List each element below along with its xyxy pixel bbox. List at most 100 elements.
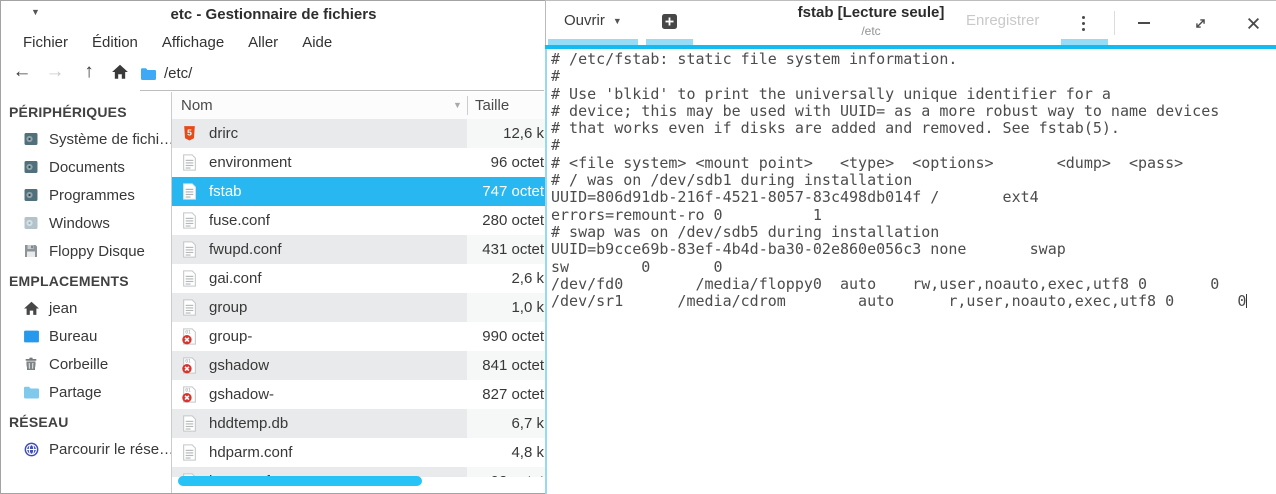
file-row-gshadow[interactable]: 01 gshadow 841 octet (172, 351, 546, 380)
minimize-button[interactable] (1134, 13, 1154, 33)
column-header-taille[interactable]: Taille (475, 97, 509, 114)
column-header-nom[interactable]: Nom (181, 97, 213, 114)
text-line: # (551, 68, 1276, 85)
file-rows: 5 drirc 12,6 k environment 96 octet fsta… (172, 119, 546, 477)
new-document-button[interactable] (661, 13, 678, 30)
text-file-icon (182, 183, 199, 200)
sidebar-item-label: Corbeille (49, 356, 108, 373)
shared-folder-icon (22, 383, 40, 401)
sidebar-item-corbeille[interactable]: Corbeille (1, 350, 171, 378)
menu-affichage[interactable]: Affichage (150, 30, 236, 55)
file-row-hddtemp-db[interactable]: hddtemp.db 6,7 k (172, 409, 546, 438)
kebab-menu-icon[interactable] (1077, 11, 1089, 35)
sidebar-item-documents[interactable]: Documents (1, 153, 171, 181)
home-icon[interactable] (107, 59, 133, 85)
back-icon[interactable]: ← (9, 59, 35, 85)
document-title: fstab [Lecture seule] (771, 4, 971, 21)
text-file-icon (182, 212, 199, 229)
menu-fichier[interactable]: Fichier (11, 30, 80, 55)
home-icon (22, 299, 40, 317)
drive-icon (22, 130, 40, 148)
menu-aller[interactable]: Aller (236, 30, 290, 55)
column-divider[interactable] (467, 96, 468, 115)
horizontal-scrollbar[interactable] (178, 476, 422, 486)
sidebar-item-label: jean (49, 300, 77, 317)
trash-icon (22, 355, 40, 373)
sidebar-item-label: Documents (49, 159, 125, 176)
file-manager-menubar: Fichier Édition Affichage Aller Aide (1, 27, 546, 57)
sidebar-section-peripheriques: PÉRIPHÉRIQUES (1, 96, 171, 125)
sidebar-item-parcourir-reseau[interactable]: Parcourir le rése… (1, 435, 171, 463)
text-file-icon (182, 241, 199, 258)
drive-icon (22, 186, 40, 204)
open-button[interactable]: Ouvrir ▼ (564, 12, 622, 29)
svg-text:01: 01 (185, 359, 191, 365)
sidebar-item-label: Système de fichi… (49, 131, 171, 148)
svg-text:01: 01 (185, 330, 191, 336)
no-permission-file-icon: 01 (182, 386, 199, 403)
close-icon (1247, 17, 1260, 30)
forward-icon[interactable]: → (42, 59, 68, 85)
sidebar-item-programmes[interactable]: Programmes (1, 181, 171, 209)
svg-text:5: 5 (187, 128, 192, 138)
maximize-button[interactable] (1190, 13, 1210, 33)
up-icon[interactable]: ↑ (76, 59, 102, 85)
text-line: errors=remount-ro 0 1 (551, 207, 1276, 224)
editor-text-area[interactable]: # /etc/fstab: static file system informa… (545, 49, 1276, 494)
file-row-gshadow-dash[interactable]: 01 gshadow- 827 octet (172, 380, 546, 409)
close-button[interactable] (1243, 13, 1263, 33)
text-line: # (551, 137, 1276, 154)
text-file-icon (182, 270, 199, 287)
no-permission-file-icon: 01 (182, 328, 199, 345)
sidebar-section-emplacements: EMPLACEMENTS (1, 265, 171, 294)
sidebar-item-label: Parcourir le rése… (49, 441, 171, 458)
menu-aide[interactable]: Aide (290, 30, 344, 55)
sidebar-item-windows[interactable]: Windows (1, 209, 171, 237)
chevron-down-icon: ▼ (613, 16, 622, 26)
location-bar[interactable]: /etc/ (140, 57, 544, 91)
drive-muted-icon (22, 214, 40, 232)
file-manager-titlebar[interactable]: ▼ etc - Gestionnaire de fichiers (1, 1, 546, 27)
text-line-last: /dev/sr1 /media/cdrom auto r,user,noauto… (551, 293, 1276, 310)
sidebar-section-reseau: RÉSEAU (1, 406, 171, 435)
file-manager-toolbar: ← → ↑ /etc/ (1, 57, 546, 92)
text-line: sw 0 0 (551, 259, 1276, 276)
file-row-fuse-conf[interactable]: fuse.conf 280 octet (172, 206, 546, 235)
file-manager-window: ▼ etc - Gestionnaire de fichiers Fichier… (0, 0, 546, 494)
sidebar-item-jean-home[interactable]: jean (1, 294, 171, 322)
file-row-drirc[interactable]: 5 drirc 12,6 k (172, 119, 546, 148)
text-line: /dev/fd0 /media/floppy0 auto rw,user,noa… (551, 276, 1276, 293)
file-row-fwupd-conf[interactable]: fwupd.conf 431 octet (172, 235, 546, 264)
sidebar-item-bureau[interactable]: Bureau (1, 322, 171, 350)
text-line: UUID=b9cce69b-83ef-4b4d-ba30-02e860e056c… (551, 241, 1276, 258)
file-row-hdparm-conf[interactable]: hdparm.conf 4,8 k (172, 438, 546, 467)
sidebar-item-floppy[interactable]: Floppy Disque (1, 237, 171, 265)
text-file-icon (182, 299, 199, 316)
text-line: # / was on /dev/sdb1 during installation (551, 172, 1276, 189)
sidebar-item-label: Bureau (49, 328, 97, 345)
sidebar-item-systeme-de-fichiers[interactable]: Système de fichi… (1, 125, 171, 153)
sort-descending-icon[interactable]: ▼ (453, 100, 462, 110)
editor-headerbar[interactable]: Ouvrir ▼ fstab [Lecture seule] /etc Enre… (545, 1, 1276, 45)
text-line: UUID=806d91db-216f-4521-8057-83c498db014… (551, 189, 1276, 206)
folder-icon (140, 67, 157, 81)
file-manager-title: etc - Gestionnaire de fichiers (1, 6, 546, 23)
no-permission-file-icon: 01 (182, 357, 199, 374)
path-text: /etc/ (164, 65, 192, 82)
file-row-gai-conf[interactable]: gai.conf 2,6 k (172, 264, 546, 293)
network-icon (22, 440, 40, 458)
sidebar-item-label: Programmes (49, 187, 135, 204)
file-row-fstab-selected[interactable]: fstab 747 octet (172, 177, 546, 206)
file-row-group-dash[interactable]: 01 group- 990 octet (172, 322, 546, 351)
file-row-environment[interactable]: environment 96 octet (172, 148, 546, 177)
file-row-group[interactable]: group 1,0 k (172, 293, 546, 322)
text-line: # <file system> <mount point> <type> <op… (551, 155, 1276, 172)
sidebar-item-partage[interactable]: Partage (1, 378, 171, 406)
menu-edition[interactable]: Édition (80, 30, 150, 55)
sidebar-item-label: Windows (49, 215, 110, 232)
save-button[interactable]: Enregistrer (966, 12, 1039, 29)
text-file-icon (182, 415, 199, 432)
text-line: # that works even if disks are added and… (551, 120, 1276, 137)
desktop: ▼ etc - Gestionnaire de fichiers Fichier… (0, 0, 1276, 494)
text-file-icon (182, 444, 199, 461)
